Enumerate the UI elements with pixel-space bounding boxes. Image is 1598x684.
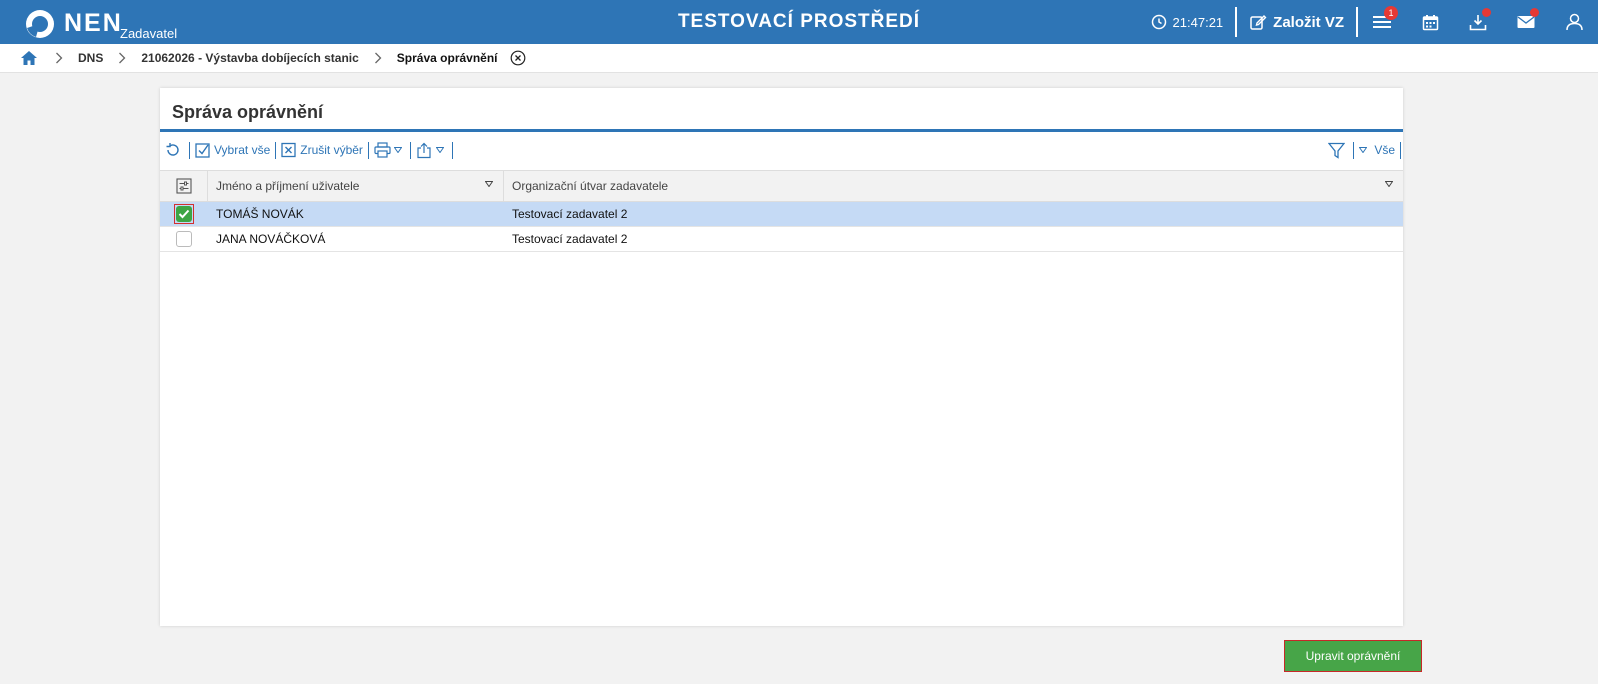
column-header-name-label: Jméno a příjmení uživatele [216, 179, 360, 193]
logo-text: NEN [64, 9, 123, 37]
caret-down-icon [1359, 147, 1368, 153]
mail-button[interactable] [1502, 0, 1550, 44]
close-tab-button[interactable] [510, 50, 526, 66]
panel-title: Správa oprávnění [172, 102, 324, 122]
caret-down-icon [393, 147, 402, 153]
toolbar-divider [1400, 141, 1401, 159]
home-button[interactable] [20, 50, 40, 66]
user-icon [1565, 13, 1583, 31]
org-unit-cell: Testovací zadavatel 2 [512, 207, 628, 221]
edit-permissions-button[interactable]: Upravit oprávnění [1284, 640, 1422, 672]
breadcrumb: DNS 21062026 - Výstavba dobíjecích stani… [0, 44, 1598, 73]
grid-toolbar: Vybrat vše Zrušit výběr Vše [160, 138, 1403, 162]
org-unit-cell: Testovací zadavatel 2 [512, 232, 628, 246]
create-vz-label: Založit VZ [1273, 13, 1344, 31]
table-row[interactable]: JANA NOVÁČKOVÁ Testovací zadavatel 2 [160, 227, 1403, 252]
clock-icon [1151, 14, 1166, 30]
caret-down-icon[interactable] [485, 181, 493, 187]
calendar-button[interactable] [1406, 0, 1454, 44]
breadcrumb-tender[interactable]: 21062026 - Výstavba dobíjecích stanic [141, 51, 358, 65]
chevron-right-icon [374, 52, 382, 64]
user-button[interactable] [1550, 0, 1598, 44]
column-settings-icon [175, 178, 192, 194]
column-header-org-label: Organizační útvar zadavatele [512, 179, 669, 193]
menu-badge: 1 [1384, 6, 1398, 20]
row-checkbox-cell [160, 202, 208, 226]
caret-down-icon [435, 147, 444, 153]
download-notification-dot [1482, 8, 1491, 17]
breadcrumb-current: Správa oprávnění [396, 51, 498, 65]
table-header: Jméno a příjmení uživatele Organizační ú… [160, 170, 1403, 202]
toolbar-right: Vše [1323, 138, 1401, 162]
filter-button[interactable] [1323, 139, 1353, 161]
deselect-label: Zrušit výběr [300, 143, 363, 157]
header-actions: 21:47:21 Založit VZ 1 [1151, 0, 1598, 44]
clock-time: 21:47:21 [1172, 14, 1224, 30]
calendar-icon [1422, 14, 1438, 30]
column-header-org[interactable]: Organizační útvar zadavatele [504, 171, 1403, 201]
filter-scope-dropdown[interactable]: Vše [1354, 139, 1400, 161]
select-all-button[interactable]: Vybrat vše [190, 139, 275, 161]
user-name-cell: TOMÁŠ NOVÁK [216, 207, 304, 221]
select-all-label: Vybrat vše [214, 143, 271, 157]
checkmark-icon [176, 206, 192, 222]
create-vz-button[interactable]: Založit VZ [1237, 13, 1356, 31]
close-circle-icon [510, 50, 525, 66]
printer-icon [374, 142, 391, 158]
check-square-icon [195, 143, 210, 158]
breadcrumb-dns[interactable]: DNS [78, 51, 103, 65]
mail-notification-dot [1530, 8, 1539, 17]
column-header-name[interactable]: Jméno a příjmení uživatele [208, 171, 504, 201]
refresh-icon [166, 143, 179, 156]
logo-subtitle: Zadavatel [120, 26, 178, 41]
chevron-right-icon [118, 52, 126, 64]
refresh-button[interactable] [160, 139, 189, 161]
deselect-button[interactable]: Zrušit výběr [276, 139, 368, 161]
caret-down-icon[interactable] [1385, 181, 1393, 187]
download-button[interactable] [1454, 0, 1502, 44]
filter-scope-label: Vše [1374, 143, 1395, 157]
row-checkbox[interactable] [176, 231, 192, 247]
export-dropdown[interactable] [411, 139, 452, 161]
users-table: Jméno a příjmení uživatele Organizační ú… [160, 170, 1403, 252]
filter-icon [1328, 142, 1346, 159]
row-checkbox-cell [160, 227, 208, 251]
user-name-cell: JANA NOVÁČKOVÁ [216, 232, 326, 246]
row-checkbox-checked[interactable] [174, 204, 194, 224]
mail-icon [1517, 16, 1535, 28]
export-icon [417, 142, 431, 158]
column-settings-button[interactable] [160, 171, 208, 201]
home-icon [21, 51, 37, 65]
chevron-right-icon [55, 52, 63, 64]
toolbar-divider [451, 141, 453, 159]
logo-circle-icon [26, 10, 54, 38]
print-dropdown[interactable] [369, 139, 410, 161]
menu-button[interactable]: 1 [1358, 0, 1406, 44]
x-square-icon [281, 142, 296, 158]
edit-icon [1250, 15, 1267, 30]
table-row[interactable]: TOMÁŠ NOVÁK Testovací zadavatel 2 [160, 202, 1403, 227]
session-clock: 21:47:21 [1151, 14, 1224, 30]
permissions-panel: Správa oprávnění Vybrat vše Zrušit výběr [160, 88, 1403, 626]
panel-title-underline [160, 129, 1403, 132]
top-bar: NEN Zadavatel TESTOVACÍ PROSTŘEDÍ 21:47:… [0, 0, 1598, 44]
